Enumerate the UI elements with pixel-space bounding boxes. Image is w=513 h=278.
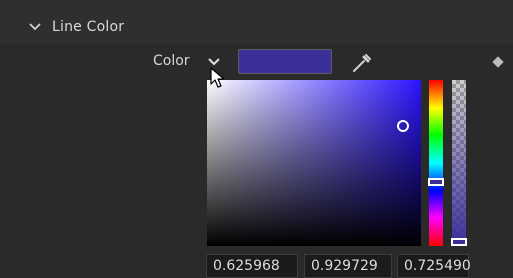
mouse-pointer-icon — [210, 67, 225, 88]
value-field-3[interactable]: 0.725490 — [397, 254, 471, 278]
inspector-panel: Line Color Color 0.625968 0.929729 0.725… — [0, 0, 513, 278]
color-swatch[interactable] — [238, 49, 332, 74]
section-title: Line Color — [52, 19, 125, 35]
keyframe-diamond-icon[interactable] — [492, 56, 504, 68]
alpha-gradient — [452, 80, 466, 246]
line-color-section-header[interactable]: Line Color — [0, 0, 513, 44]
alpha-slider-handle[interactable] — [451, 238, 467, 246]
saturation-value-field[interactable] — [207, 80, 421, 246]
alpha-slider[interactable] — [452, 80, 466, 246]
hue-slider-handle[interactable] — [428, 178, 444, 186]
chevron-down-icon[interactable] — [28, 20, 42, 34]
value-field-2[interactable]: 0.929729 — [304, 254, 392, 278]
sv-picker-handle[interactable] — [397, 120, 409, 132]
value-field-1[interactable]: 0.625968 — [206, 254, 298, 278]
eyedropper-icon[interactable] — [350, 51, 374, 75]
hue-slider[interactable] — [429, 80, 443, 246]
color-label: Color — [153, 53, 190, 69]
